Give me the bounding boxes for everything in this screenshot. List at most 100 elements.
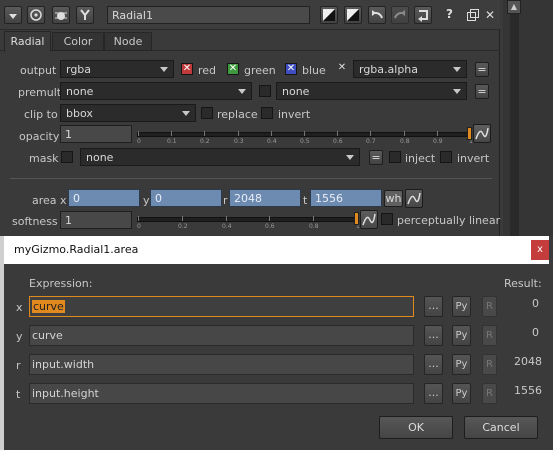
invert-checkbox[interactable] [261, 107, 273, 119]
opacity-field[interactable]: 1 [60, 125, 132, 143]
mask-checkbox[interactable] [61, 151, 73, 163]
expr-row-t-r-button[interactable]: R [482, 383, 497, 404]
area-y-field[interactable]: 0 [150, 189, 222, 207]
expr-row-y-field[interactable]: curve [29, 325, 414, 346]
curve-icon [475, 127, 489, 140]
node-color-icon[interactable] [344, 6, 362, 24]
area-t-field[interactable]: 1556 [310, 189, 382, 207]
softness-slider[interactable] [137, 217, 357, 222]
expr-row-x-dots-button[interactable]: ... [424, 296, 443, 317]
help-button[interactable]: ? [446, 7, 460, 23]
area-curve-button[interactable] [405, 189, 423, 208]
curve-icon [407, 192, 421, 205]
expr-row-r-r-button[interactable]: R [482, 354, 497, 375]
expr-row-y-py-button[interactable]: Py [452, 325, 471, 346]
expr-row-x-field[interactable]: curve [29, 296, 414, 317]
expr-row-x-r-button[interactable]: R [482, 296, 497, 317]
output-combo[interactable]: rgba [60, 60, 174, 78]
softness-tick-label: 0.4 [222, 223, 232, 230]
perceptual-label: perceptually linear [397, 214, 501, 227]
opacity-tick-mark [437, 131, 438, 136]
inject-label: inject [405, 152, 436, 165]
opacity-tick-label: 0.4 [267, 138, 277, 145]
red-checkbox[interactable]: ✕ [181, 63, 193, 75]
float-panel-icon[interactable] [466, 8, 480, 22]
premult-combo[interactable]: none [60, 82, 252, 100]
output-link-button[interactable]: = [475, 62, 489, 77]
clipto-combo[interactable]: bbox [60, 104, 196, 122]
blue-checkbox[interactable]: ✕ [285, 63, 297, 75]
wrench-icon[interactable] [76, 6, 94, 24]
mask-combo[interactable]: none [80, 148, 360, 166]
expr-row-x-py-button[interactable]: Py [452, 296, 471, 317]
premult-checkbox[interactable] [259, 85, 271, 97]
undo-icon[interactable] [368, 6, 386, 24]
softness-tick-label: 0.6 [265, 223, 275, 230]
close-panel-icon[interactable]: ✕ [485, 8, 497, 22]
cancel-button[interactable]: Cancel [464, 416, 538, 439]
bug-icon[interactable] [52, 6, 70, 24]
tab-radial[interactable]: Radial [4, 31, 51, 52]
expr-row-r-dots-button[interactable]: ... [424, 354, 443, 375]
expr-row-y-dots-button[interactable]: ... [424, 325, 443, 346]
collapse-icon[interactable] [4, 6, 22, 24]
expr-row-x-text: curve [32, 300, 65, 313]
softness-tick-label: 0.8 [309, 223, 319, 230]
mask-link-button[interactable]: = [369, 150, 383, 165]
redo-icon[interactable] [391, 6, 409, 24]
softness-curve-button[interactable] [360, 210, 378, 229]
output-label: output [20, 64, 57, 77]
softness-slider-handle[interactable] [354, 212, 359, 225]
chevron-down-icon [160, 67, 168, 72]
area-x-field[interactable]: 0 [68, 189, 140, 207]
dialog-titlebar[interactable]: myGizmo.Radial1.area x [4, 236, 549, 264]
green-checkbox[interactable]: ✕ [227, 63, 239, 75]
tab-color[interactable]: Color [52, 32, 104, 51]
replace-checkbox[interactable] [201, 107, 213, 119]
clone-color-icon[interactable] [320, 6, 338, 24]
perceptual-checkbox[interactable] [381, 213, 393, 225]
output-value: rgba [66, 63, 92, 76]
blue-label: blue [302, 64, 326, 77]
tab-node[interactable]: Node [104, 32, 152, 51]
expr-row-x-result: 0 [532, 297, 539, 310]
wh-button[interactable]: wh [384, 190, 403, 207]
dialog-close-button[interactable]: x [531, 240, 549, 260]
ok-button[interactable]: OK [379, 416, 453, 439]
opacity-curve-button[interactable] [473, 124, 491, 143]
softness-tick-mark [269, 216, 270, 221]
replace-label: replace [217, 108, 258, 121]
opacity-tick-mark [238, 131, 239, 136]
center-node-icon[interactable] [27, 6, 45, 24]
green-label: green [244, 64, 276, 77]
opacity-tick-label: 0.7 [366, 138, 376, 145]
premult-link-button[interactable]: = [475, 84, 489, 99]
area-r-field[interactable]: 2048 [229, 189, 301, 207]
mask-value: none [86, 151, 114, 164]
area-label: area [32, 194, 57, 207]
inject-checkbox[interactable] [389, 151, 401, 163]
expr-row-t-field[interactable]: input.height [29, 383, 414, 404]
opacity-slider-handle[interactable] [467, 127, 472, 140]
chevron-down-icon [453, 89, 461, 94]
node-toolbar: Radial1 ? ✕ [0, 0, 500, 30]
expression-header: Expression: [29, 277, 93, 290]
alpha-checkbox[interactable]: ✕ [336, 63, 348, 75]
expr-row-t-py-button[interactable]: Py [452, 383, 471, 404]
right-scroll-area[interactable]: ▲ [503, 0, 553, 236]
expr-row-r-field[interactable]: input.width [29, 354, 414, 375]
node-name-field[interactable]: Radial1 [107, 6, 310, 24]
premult-combo-2[interactable]: none [276, 82, 467, 100]
expr-row-t-label: t [16, 388, 21, 401]
expr-row-r-py-button[interactable]: Py [452, 354, 471, 375]
opacity-tick-mark [271, 131, 272, 136]
clipto-label: clip to [24, 108, 58, 121]
softness-field[interactable]: 1 [60, 211, 132, 229]
expr-row-x-label: x [16, 301, 23, 314]
invert-mask-checkbox[interactable] [440, 151, 452, 163]
alpha-combo[interactable]: rgba.alpha [353, 60, 467, 78]
section-divider [10, 178, 492, 179]
expr-row-y-r-button[interactable]: R [482, 325, 497, 346]
revert-icon[interactable] [414, 6, 432, 24]
expr-row-t-dots-button[interactable]: ... [424, 383, 443, 404]
